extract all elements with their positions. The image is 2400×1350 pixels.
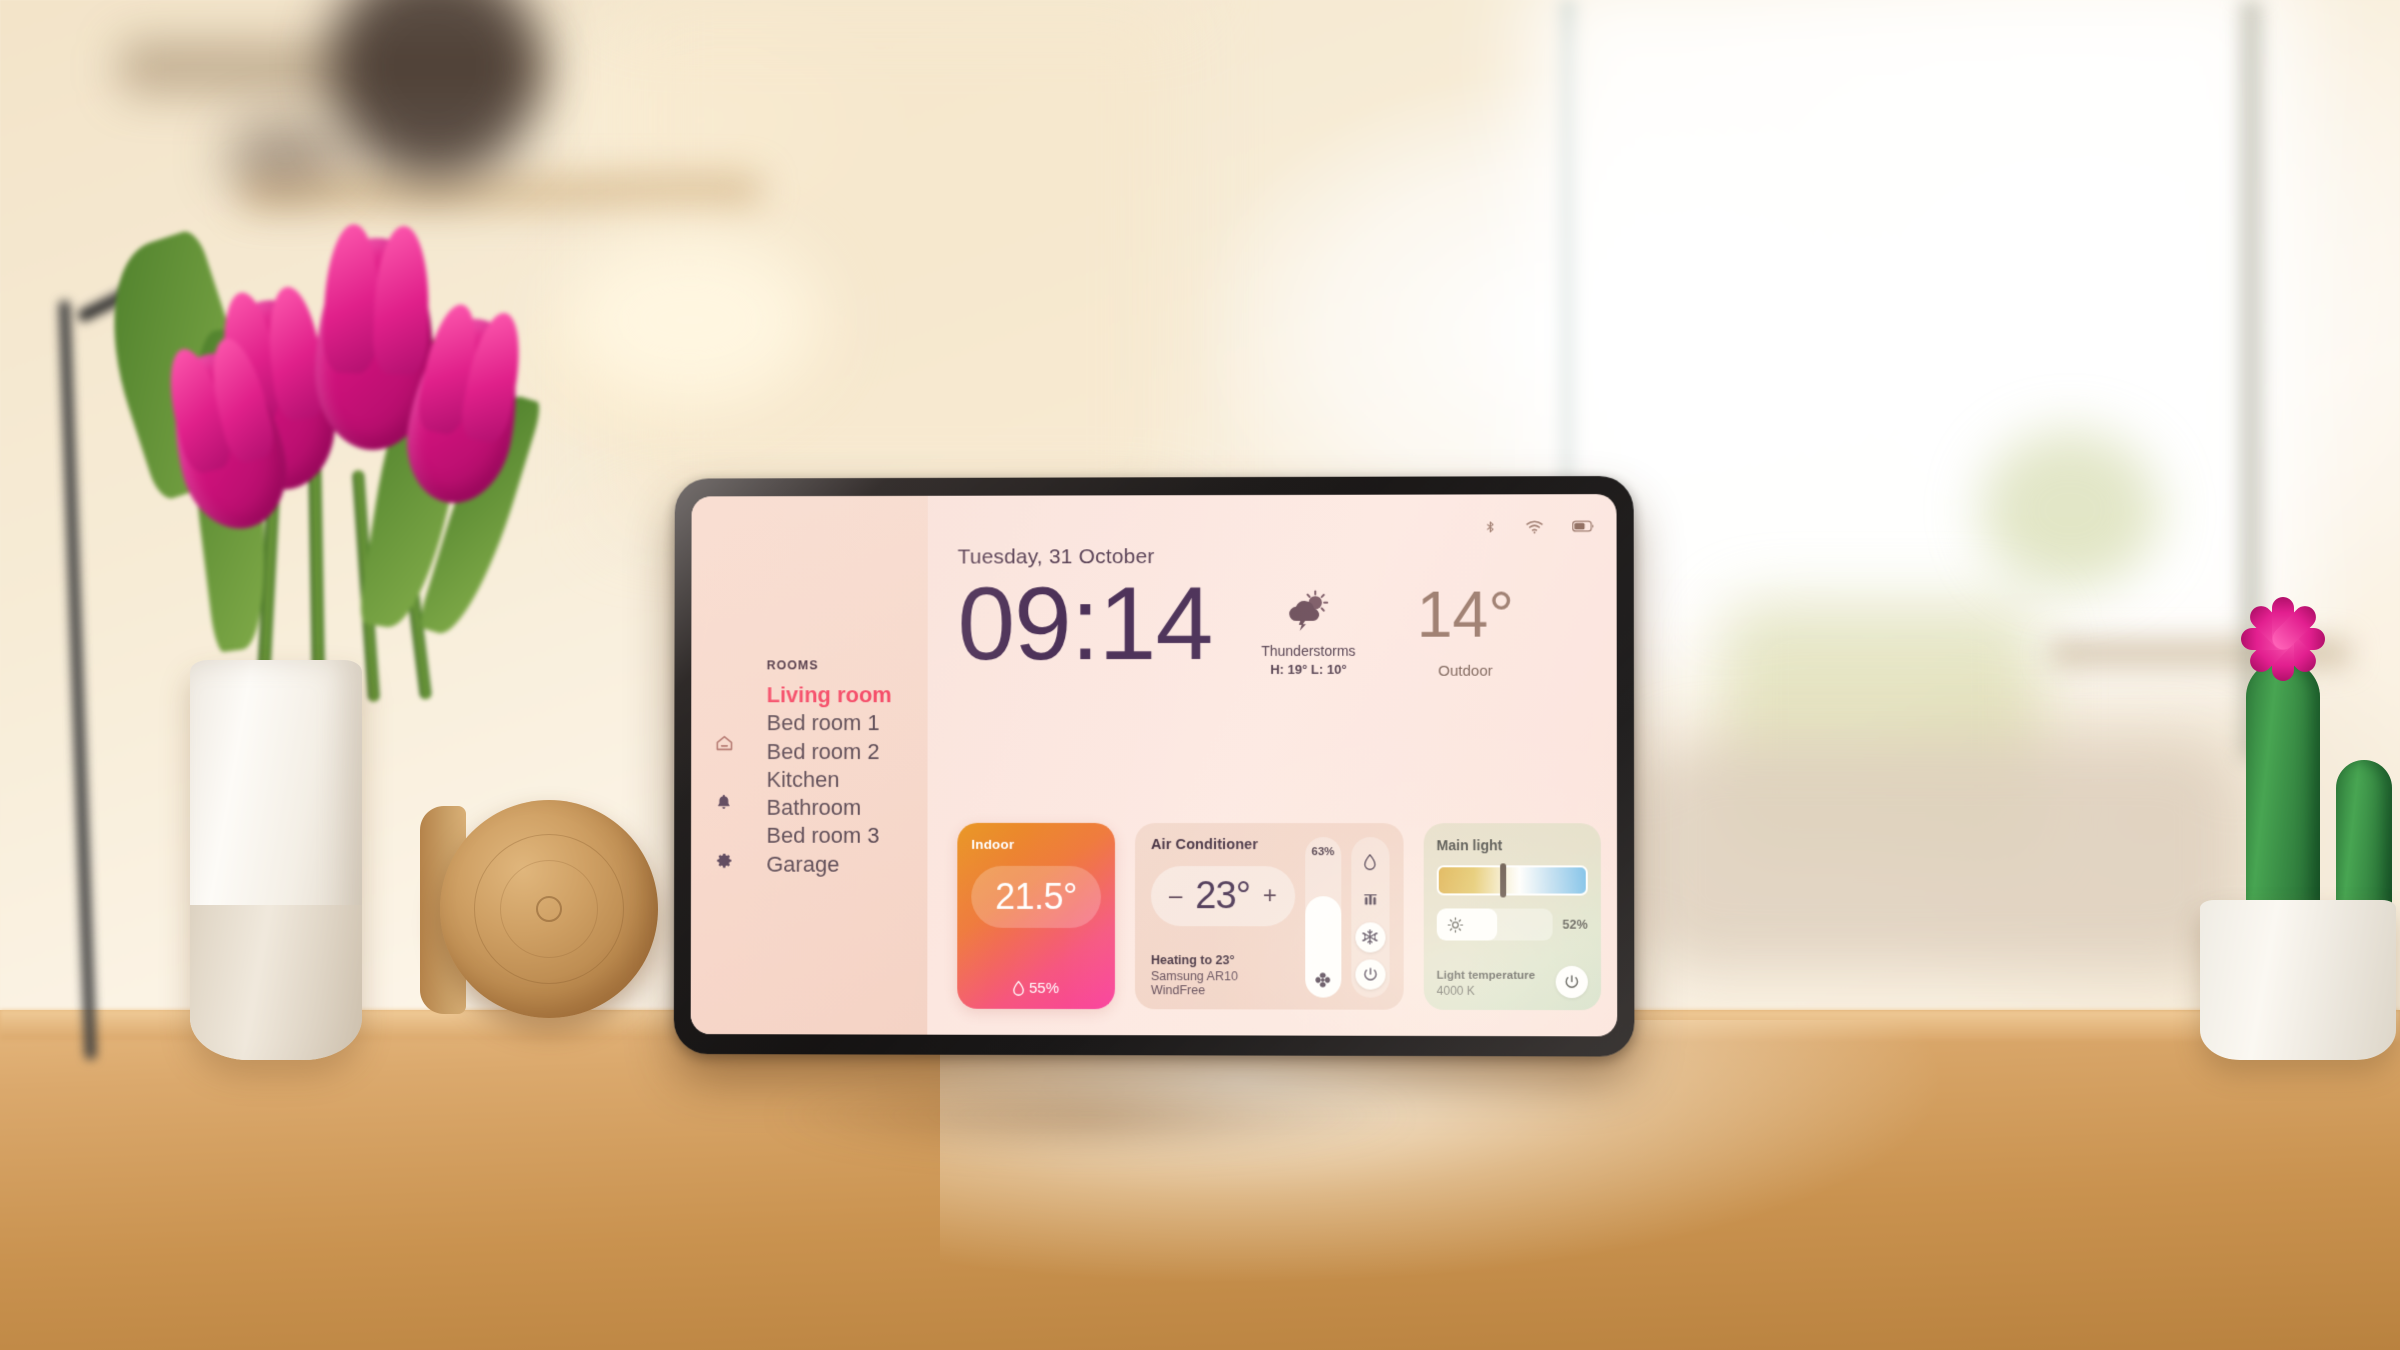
air-conditioner-card[interactable]: Air Conditioner – 23° + Heating to 23° S… [1134, 822, 1404, 1010]
snowflake-icon [1362, 929, 1379, 946]
sidebar-rail [715, 660, 734, 870]
photo-scene: ROOMS Living room Bed room 1 Bed room 2 … [0, 0, 2400, 1350]
cactus-flower [2228, 597, 2338, 681]
tablet-device: ROOMS Living room Bed room 1 Bed room 2 … [673, 475, 1635, 1057]
fan-icon [1315, 972, 1331, 988]
indoor-temperature: 21.5° [995, 875, 1078, 917]
main-light-power-button[interactable] [1555, 965, 1588, 999]
ac-increase-button[interactable]: + [1263, 882, 1277, 909]
status-bar [958, 516, 1601, 537]
main-light-footer: Light temperature 4000 K [1437, 965, 1588, 999]
foliage-blur [1980, 430, 2160, 590]
rooms-section-label: ROOMS [766, 657, 819, 672]
thunderstorm-icon [1285, 589, 1331, 636]
sofa-blur [1640, 740, 2240, 970]
vase-lower-band [190, 905, 362, 1060]
indoor-card[interactable]: Indoor 21.5° 55% [957, 822, 1116, 1010]
light-temperature-block: Light temperature 4000 K [1437, 970, 1535, 998]
main-light-title: Main light [1436, 837, 1503, 854]
sun-icon [1447, 916, 1464, 933]
bluetooth-icon [1484, 518, 1497, 535]
ac-fan-percent: 63% [1311, 846, 1335, 859]
power-icon [1564, 974, 1580, 990]
sidebar-item-kitchen[interactable]: Kitchen [766, 765, 891, 793]
ac-target-temperature: 23° [1195, 874, 1250, 917]
color-temperature-handle[interactable] [1500, 863, 1507, 898]
device-cards-row: Indoor 21.5° 55% Air Conditioner – 23° +… [957, 822, 1601, 1011]
indoor-card-title: Indoor [971, 836, 1015, 852]
ac-mode-cool-button[interactable] [1355, 922, 1386, 953]
home-icon[interactable] [715, 734, 734, 753]
heat-waves-icon [1362, 892, 1378, 908]
light-temperature-value: 4000 K [1436, 983, 1475, 998]
ac-decrease-button[interactable]: – [1169, 882, 1182, 909]
color-temperature-slider[interactable] [1436, 863, 1588, 898]
wifi-icon [1525, 519, 1544, 534]
sidebar-item-bed-room-3[interactable]: Bed room 3 [766, 822, 891, 850]
table-shadow [640, 1055, 1540, 1175]
droplet-icon [1364, 854, 1377, 870]
power-icon [1362, 967, 1378, 983]
clock-weather-row: 09:14 Thunderstorms H: 19° L: 10° 14° Ou… [957, 566, 1600, 683]
clock-time: 09:14 [957, 566, 1213, 683]
outdoor-temp-block: 14° Outdoor [1417, 570, 1514, 679]
sidebar-item-living-room[interactable]: Living room [767, 681, 892, 709]
indoor-humidity-row: 55% [1013, 980, 1059, 997]
bell-icon[interactable] [715, 792, 734, 811]
indoor-humidity-value: 55% [1029, 979, 1060, 997]
ac-status-line: Heating to 23° [1150, 953, 1235, 968]
brightness-slider-fill [1436, 908, 1497, 941]
outdoor-temperature: 14° [1416, 578, 1515, 651]
sidebar-item-bathroom[interactable]: Bathroom [766, 794, 891, 822]
battery-icon [1572, 520, 1594, 532]
ac-left-column: Air Conditioner – 23° + Heating to 23° S… [1150, 837, 1296, 997]
ac-temperature-stepper: – 23° + [1150, 866, 1296, 927]
tablet-screen: ROOMS Living room Bed room 1 Bed room 2 … [690, 494, 1618, 1037]
cactus-pot [2200, 900, 2396, 1060]
ac-fan-slider-fill [1305, 896, 1342, 998]
brightness-slider[interactable] [1436, 908, 1553, 941]
main-panel: Tuesday, 31 October 09:14 Thunderstorms … [927, 494, 1617, 1036]
indoor-temp-pill: 21.5° [971, 865, 1102, 929]
sidebar-item-bed-room-2[interactable]: Bed room 2 [767, 737, 892, 765]
ac-status-block: Heating to 23° Samsung AR10 WindFree [1151, 953, 1295, 997]
main-light-card[interactable]: Main light 52% Light temperature 4000 K [1423, 823, 1601, 1011]
ac-mode-dehumidify-button[interactable] [1355, 847, 1385, 877]
gear-icon[interactable] [715, 851, 734, 870]
weather-block[interactable]: Thunderstorms H: 19° L: 10° [1248, 571, 1368, 677]
sidebar-item-bed-room-1[interactable]: Bed room 1 [767, 709, 892, 737]
ac-mode-heat-button[interactable] [1355, 885, 1385, 915]
ac-card-title: Air Conditioner [1150, 837, 1259, 854]
brightness-percent: 52% [1562, 917, 1588, 932]
ac-device-name: Samsung AR10 WindFree [1150, 969, 1238, 998]
light-temperature-label: Light temperature [1436, 969, 1536, 982]
weather-high-low: H: 19° L: 10° [1270, 661, 1347, 677]
rooms-list: ROOMS Living room Bed room 1 Bed room 2 … [766, 652, 891, 878]
outdoor-label: Outdoor [1438, 662, 1493, 680]
ac-mode-column [1351, 837, 1390, 998]
brightness-row: 52% [1436, 908, 1588, 941]
droplet-icon [1013, 981, 1025, 996]
sidebar: ROOMS Living room Bed room 1 Bed room 2 … [690, 495, 928, 1035]
weather-condition: Thunderstorms [1261, 642, 1356, 659]
wooden-disc-logo [536, 896, 562, 922]
ac-power-button[interactable] [1355, 959, 1386, 990]
window-light-blur [1530, 0, 2290, 670]
ac-fan-slider[interactable]: 63% [1305, 837, 1342, 998]
sidebar-item-garage[interactable]: Garage [766, 850, 891, 878]
